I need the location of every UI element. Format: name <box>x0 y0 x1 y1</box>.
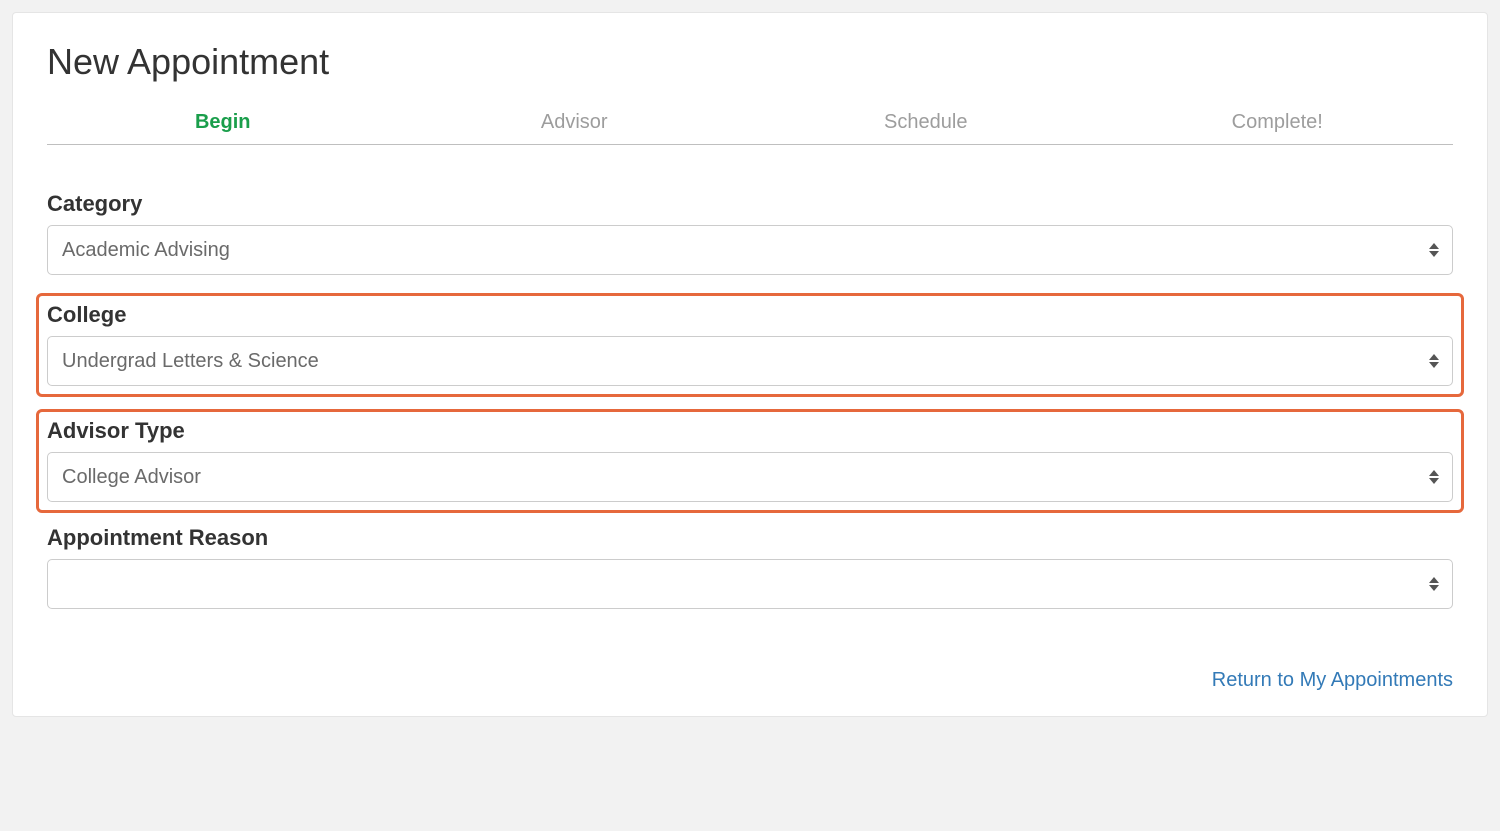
advisor-type-select[interactable]: College Advisor <box>47 452 1453 502</box>
appointment-reason-select-wrap <box>47 559 1453 609</box>
appointment-reason-select[interactable] <box>47 559 1453 609</box>
appointment-panel: New Appointment Begin Advisor Schedule C… <box>12 12 1488 717</box>
category-select-wrap: Academic Advising <box>47 225 1453 275</box>
college-group: College Undergrad Letters & Science <box>36 293 1464 397</box>
page-title: New Appointment <box>47 41 1453 83</box>
appointment-reason-group: Appointment Reason <box>47 525 1453 609</box>
progress-stepper: Begin Advisor Schedule Complete! <box>47 111 1453 145</box>
category-label: Category <box>47 191 1453 217</box>
appointment-reason-label: Appointment Reason <box>47 525 1453 551</box>
advisor-type-select-wrap: College Advisor <box>47 452 1453 502</box>
step-schedule[interactable]: Schedule <box>750 111 1102 144</box>
step-advisor[interactable]: Advisor <box>399 111 751 144</box>
college-select-wrap: Undergrad Letters & Science <box>47 336 1453 386</box>
advisor-type-label: Advisor Type <box>47 418 1453 444</box>
return-link[interactable]: Return to My Appointments <box>1212 669 1453 691</box>
college-select[interactable]: Undergrad Letters & Science <box>47 336 1453 386</box>
advisor-type-group: Advisor Type College Advisor <box>36 409 1464 513</box>
category-select[interactable]: Academic Advising <box>47 225 1453 275</box>
college-label: College <box>47 302 1453 328</box>
category-group: Category Academic Advising <box>47 191 1453 275</box>
step-begin[interactable]: Begin <box>47 111 399 144</box>
step-complete[interactable]: Complete! <box>1102 111 1454 144</box>
footer-row: Return to My Appointments <box>47 669 1453 692</box>
